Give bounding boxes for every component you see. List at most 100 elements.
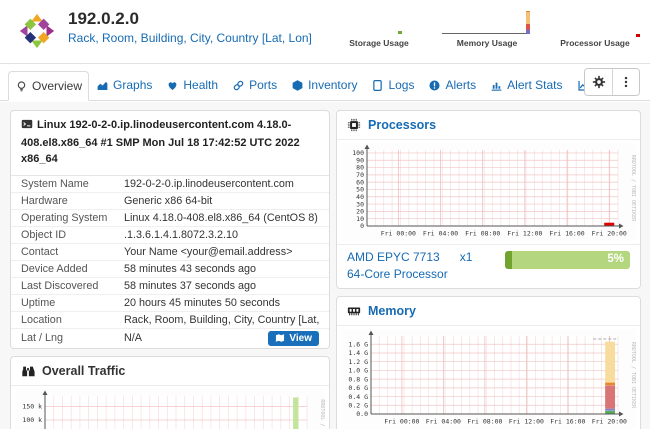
gear-icon	[592, 75, 606, 89]
memory-graph[interactable]: 0.00.2 G0.4 G0.6 G0.8 G1.0 G1.2 G1.4 G1.…	[341, 329, 636, 429]
svg-text:30: 30	[356, 200, 364, 208]
svg-text:Fri 20:00: Fri 20:00	[592, 418, 627, 426]
row-operating-system: Operating System Linux 4.18.0-408.el8.x8…	[11, 210, 329, 227]
svg-text:20: 20	[356, 208, 364, 216]
overall-traffic-header: Overall Traffic	[11, 357, 329, 386]
memory-panel: Memory 0.00.2 G0.4 G0.6 G0.8 G1.0 G1.2 G…	[336, 296, 641, 429]
svg-text:0: 0	[360, 222, 364, 230]
tab-logs[interactable]: Logs	[364, 70, 421, 100]
tab-notes[interactable]: Notes	[643, 70, 650, 100]
device-overview-page: 192.0.2.0 Rack, Room, Building, City, Co…	[0, 0, 650, 429]
row-lat-lng: Lat / Lng N/A View	[11, 329, 329, 348]
row-last-discovered: Last Discovered 58 minutes 37 seconds ag…	[11, 278, 329, 295]
terminal-icon	[21, 118, 33, 136]
svg-text:Fri 04:00: Fri 04:00	[426, 418, 461, 426]
processors-graph[interactable]: 0102030405060708090100Fri 00:00Fri 04:00…	[341, 143, 636, 241]
svg-text:40: 40	[356, 193, 364, 201]
svg-text:1.6 G: 1.6 G	[348, 340, 368, 348]
overall-traffic-title: Overall Traffic	[42, 364, 125, 378]
cpu-usage-progress-fill	[505, 251, 512, 269]
svg-text:Fri 16:00: Fri 16:00	[549, 230, 584, 238]
processor-usage-mini[interactable]: Processor Usage	[548, 8, 642, 48]
cpu-summary-row: AMD EPYC 7713x1 64-Core Processor 5%	[337, 244, 640, 288]
cpu-name-link[interactable]: AMD EPYC 7713	[347, 250, 440, 264]
svg-text:Fri 12:00: Fri 12:00	[509, 418, 544, 426]
overall-traffic-graph[interactable]: 050 k100 k150 kRRDTOOL / TOBI OETIKER	[15, 389, 325, 429]
memory-usage-mini[interactable]: Memory Usage	[440, 8, 534, 48]
system-panel-header: Linux 192-0-2-0.ip.linodeusercontent.com…	[11, 111, 329, 176]
svg-text:50: 50	[356, 186, 364, 194]
svg-text:Fri 04:00: Fri 04:00	[423, 230, 458, 238]
microchip-icon	[347, 118, 361, 132]
row-contact: Contact Your Name <your@email.address>	[11, 244, 329, 261]
processor-usage-sparkline	[548, 8, 642, 38]
row-device-added: Device Added 58 minutes 43 seconds ago	[11, 261, 329, 278]
tab-actions-group	[584, 68, 640, 96]
row-hardware: Hardware Generic x86 64-bit	[11, 193, 329, 210]
svg-text:Fri 00:00: Fri 00:00	[381, 230, 416, 238]
tab-alerts[interactable]: Alerts	[421, 70, 483, 100]
tab-health[interactable]: Health	[159, 70, 225, 100]
overall-traffic-panel: Overall Traffic 050 k100 k150 kRRDTOOL /…	[10, 356, 330, 429]
svg-text:1.2 G: 1.2 G	[348, 358, 368, 366]
tab-ports[interactable]: Ports	[225, 70, 284, 100]
svg-text:Fri 16:00: Fri 16:00	[550, 418, 585, 426]
svg-text:80: 80	[356, 164, 364, 172]
svg-text:0.0: 0.0	[356, 410, 368, 418]
svg-text:0.4 G: 0.4 G	[348, 393, 368, 401]
svg-text:Fri 08:00: Fri 08:00	[467, 418, 502, 426]
processors-panel: Processors 0102030405060708090100Fri 00:…	[336, 110, 641, 289]
lightbulb-icon	[15, 80, 28, 93]
svg-text:Fri 00:00: Fri 00:00	[384, 418, 419, 426]
centos-logo-icon	[18, 12, 56, 50]
tab-overview[interactable]: Overview	[8, 71, 89, 101]
system-panel: Linux 192-0-2-0.ip.linodeusercontent.com…	[10, 110, 330, 349]
svg-text:RRDTOOL / TOBI OETIKER: RRDTOOL / TOBI OETIKER	[630, 342, 636, 409]
svg-text:Fri 12:00: Fri 12:00	[507, 230, 542, 238]
svg-text:100 k: 100 k	[22, 416, 42, 424]
row-object-id: Object ID .1.3.6.1.4.1.8072.3.2.10	[11, 227, 329, 244]
more-options-button[interactable]	[612, 69, 639, 95]
map-icon	[275, 333, 285, 343]
row-system-name: System Name 192-0-2-0.ip.linodeuserconte…	[11, 176, 329, 193]
cpu-description: 64-Core Processor	[347, 267, 505, 281]
tab-alert-stats[interactable]: Alert Stats	[483, 70, 569, 100]
cpu-usage-percent: 5%	[607, 253, 624, 265]
area-chart-icon	[96, 79, 109, 92]
tab-graphs[interactable]: Graphs	[89, 70, 159, 100]
svg-text:90: 90	[356, 156, 364, 164]
memory-usage-stack	[526, 11, 530, 34]
link-icon	[232, 79, 245, 92]
memory-usage-sparkline	[440, 8, 534, 38]
svg-text:RRDTOOL / TOBI OETIKER: RRDTOOL / TOBI OETIKER	[630, 155, 636, 222]
view-map-button[interactable]: View	[268, 331, 319, 346]
svg-text:0.6 G: 0.6 G	[348, 384, 368, 392]
svg-text:100: 100	[352, 149, 364, 157]
svg-text:150 k: 150 k	[22, 402, 42, 410]
bar-chart-icon	[490, 79, 503, 92]
svg-text:0.2 G: 0.2 G	[348, 401, 368, 409]
tab-inventory[interactable]: Inventory	[284, 70, 364, 100]
row-location: Location Rack, Room, Building, City, Cou…	[11, 312, 329, 329]
memory-header[interactable]: Memory	[337, 297, 640, 326]
processors-header[interactable]: Processors	[337, 111, 640, 140]
header-usage-graphs: Storage Usage Memory Usage Processor Usa…	[332, 8, 642, 48]
svg-text:Fri 20:00: Fri 20:00	[592, 230, 627, 238]
settings-button[interactable]	[585, 69, 612, 95]
overview-content: Linux 192-0-2-0.ip.linodeusercontent.com…	[0, 102, 650, 429]
memory-title: Memory	[368, 304, 416, 318]
storage-usage-mini[interactable]: Storage Usage	[332, 8, 426, 48]
device-tab-bar: Overview Graphs Health Ports Inventory L…	[0, 70, 650, 101]
row-uptime: Uptime 20 hours 45 minutes 50 seconds	[11, 295, 329, 312]
storage-usage-label: Storage Usage	[349, 38, 409, 48]
svg-text:60: 60	[356, 178, 364, 186]
device-header: 192.0.2.0 Rack, Room, Building, City, Co…	[0, 0, 650, 64]
system-description: Linux 192-0-2-0.ip.linodeusercontent.com…	[21, 119, 300, 165]
storage-usage-mark	[398, 31, 402, 34]
memory-icon	[347, 304, 361, 318]
svg-text:1.0 G: 1.0 G	[348, 367, 368, 375]
svg-text:Fri 08:00: Fri 08:00	[465, 230, 500, 238]
svg-text:10: 10	[356, 215, 364, 223]
processor-usage-label: Processor Usage	[560, 38, 629, 48]
device-location-link[interactable]: Rack, Room, Building, City, Country [Lat…	[68, 31, 312, 45]
